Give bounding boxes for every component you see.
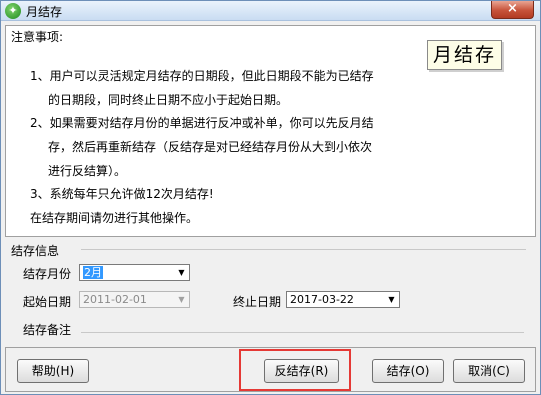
window-title: 月结存 <box>26 5 63 19</box>
app-icon: ✦ <box>5 3 21 19</box>
info-section-title: 结存信息 <box>11 244 60 258</box>
month-label: 结存月份 <box>23 267 72 281</box>
notice-line: 的日期段，同时终止日期不应小于起始日期。 <box>48 93 289 107</box>
title-bar: ✦ 月结存 × <box>1 1 540 21</box>
cancel-button[interactable]: 取消(C) <box>453 359 525 383</box>
notice-line: 进行反结算）。 <box>48 164 127 178</box>
chevron-down-icon[interactable]: ▼ <box>174 265 189 280</box>
chevron-down-icon: ▼ <box>178 295 185 304</box>
help-button[interactable]: 帮助(H) <box>17 359 89 383</box>
remark-input[interactable] <box>81 332 524 333</box>
notice-line: 2、如果需要对结存月份的单据进行反冲或补单，你可以先反月结 <box>30 116 374 130</box>
chevron-down-icon[interactable]: ▼ <box>384 292 399 307</box>
reverse-close-button[interactable]: 反结存(R) <box>264 359 339 383</box>
notice-line: 在结存期间请勿进行其他操作。 <box>30 211 199 225</box>
start-date-value: 2011-02-01 <box>83 293 147 306</box>
notice-line: 存，然后再重新结存（反结存是对已经结存月份从大到小依次 <box>48 140 373 154</box>
month-close-dialog: ✦ 月结存 × 注意事项: 月结存 1、用户可以灵活规定月结存的日期段，但此日期… <box>0 0 541 395</box>
notice-line: 3、系统每年只允许做12次月结存! <box>30 187 214 201</box>
month-value: 2月 <box>83 266 103 279</box>
month-select[interactable]: 2月 ▼ <box>79 264 190 281</box>
section-divider <box>81 249 526 250</box>
end-date-picker[interactable]: 2017-03-22 ▼ <box>286 291 400 308</box>
notice-line: 1、用户可以灵活规定月结存的日期段，但此日期段不能为已结存 <box>30 69 374 83</box>
end-date-label: 终止日期 <box>233 295 282 309</box>
notice-heading: 注意事项: <box>11 30 64 44</box>
notice-panel: 注意事项: 月结存 1、用户可以灵活规定月结存的日期段，但此日期段不能为已结存 … <box>5 25 536 237</box>
close-button[interactable]: × <box>491 1 534 19</box>
start-date-label: 起始日期 <box>23 295 72 309</box>
close-out-button[interactable]: 结存(O) <box>372 359 444 383</box>
remark-label: 结存备注 <box>23 323 72 337</box>
start-date-picker: 2011-02-01 ▼ <box>79 291 190 308</box>
month-close-stamp: 月结存 <box>427 40 502 70</box>
end-date-value: 2017-03-22 <box>290 293 354 306</box>
